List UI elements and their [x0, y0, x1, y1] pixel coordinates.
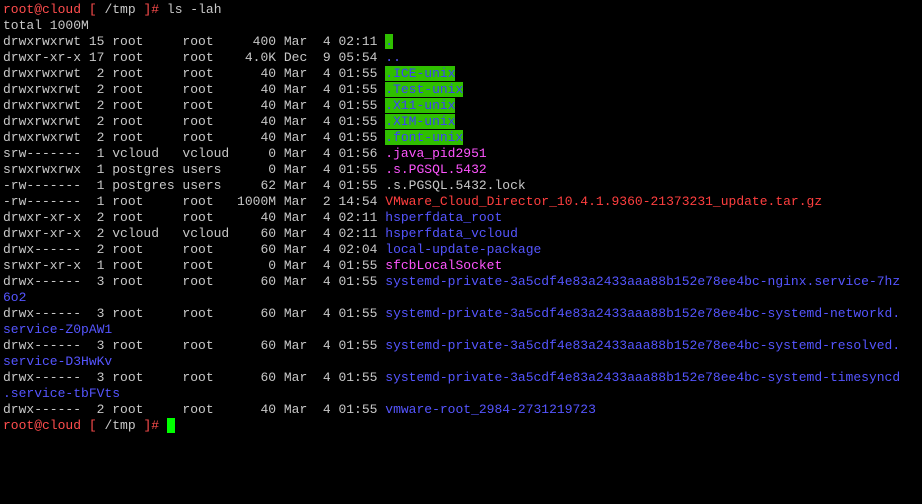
command-prompt-line: root@cloud [ /tmp ]# ls -lah — [3, 2, 922, 18]
terminal-window[interactable]: root@cloud [ /tmp ]# ls -lah total 1000M… — [0, 0, 922, 504]
entry-name: .. — [385, 50, 401, 65]
entry-info: drwxrwxrwt 15 root root 400 Mar 4 02:11 — [3, 34, 386, 49]
listing-row: drwxr-xr-x 2 vcloud vcloud 60 Mar 4 02:1… — [3, 226, 922, 242]
entry-name: service-D3HwKv — [3, 354, 113, 369]
listing-row: 6o2 — [3, 290, 922, 306]
listing-row: srwxrwxrwx 1 postgres users 0 Mar 4 01:5… — [3, 162, 922, 178]
entry-name: systemd-private-3a5cdf4e83a2433aaa88b152… — [385, 338, 901, 353]
entry-info: drwxrwxrwt 2 root root 40 Mar 4 01:55 — [3, 66, 386, 81]
entry-name: .Test-unix — [385, 82, 464, 97]
listing-row: drwx------ 3 root root 60 Mar 4 01:55 sy… — [3, 338, 922, 354]
listing-row: drwxrwxrwt 2 root root 40 Mar 4 01:55 .f… — [3, 130, 922, 146]
listing-row: drwxrwxrwt 15 root root 400 Mar 4 02:11 … — [3, 34, 922, 50]
entry-name: .s.PGSQL.5432.lock — [385, 178, 526, 193]
prompt-open-bracket: [ — [81, 418, 105, 433]
entry-name: .X11-unix — [385, 98, 456, 113]
listing-row: drwxr-xr-x 2 root root 40 Mar 4 02:11 hs… — [3, 210, 922, 226]
listing-row: drwxrwxrwt 2 root root 40 Mar 4 01:55 .X… — [3, 114, 922, 130]
entry-name: 6o2 — [3, 290, 27, 305]
listing-row: drwx------ 2 root root 60 Mar 4 02:04 lo… — [3, 242, 922, 258]
listing-row: -rw------- 1 root root 1000M Mar 2 14:54… — [3, 194, 922, 210]
listing-row: -rw------- 1 postgres users 62 Mar 4 01:… — [3, 178, 922, 194]
listing-row: srwxr-xr-x 1 root root 0 Mar 4 01:55 sfc… — [3, 258, 922, 274]
directory-listing: drwxrwxrwt 15 root root 400 Mar 4 02:11 … — [3, 34, 922, 418]
entry-info: drwxrwxrwt 2 root root 40 Mar 4 01:55 — [3, 114, 386, 129]
entry-name: local-update-package — [385, 242, 542, 257]
prompt-open-bracket: [ — [81, 2, 105, 17]
entry-info: drwxr-xr-x 2 vcloud vcloud 60 Mar 4 02:1… — [3, 226, 386, 241]
entry-name: sfcbLocalSocket — [385, 258, 503, 273]
entry-name: service-Z0pAW1 — [3, 322, 113, 337]
listing-row: .service-tbFVts — [3, 386, 922, 402]
entry-info: drwx------ 3 root root 60 Mar 4 01:55 — [3, 306, 386, 321]
entry-info: -rw------- 1 postgres users 62 Mar 4 01:… — [3, 178, 386, 193]
prompt-hash: # — [151, 418, 167, 433]
text-cursor[interactable] — [166, 418, 175, 433]
listing-row: drwxr-xr-x 17 root root 4.0K Dec 9 05:54… — [3, 50, 922, 66]
prompt-user: root — [3, 418, 35, 433]
entry-info: drwx------ 3 root root 60 Mar 4 01:55 — [3, 338, 386, 353]
listing-row: srw------- 1 vcloud vcloud 0 Mar 4 01:56… — [3, 146, 922, 162]
prompt-at: @ — [34, 2, 43, 17]
entry-info: drwxrwxrwt 2 root root 40 Mar 4 01:55 — [3, 130, 386, 145]
listing-row: drwxrwxrwt 2 root root 40 Mar 4 01:55 .I… — [3, 66, 922, 82]
entry-info: drwxr-xr-x 17 root root 4.0K Dec 9 05:54 — [3, 50, 386, 65]
prompt-path: /tmp — [104, 2, 136, 17]
entry-name: systemd-private-3a5cdf4e83a2433aaa88b152… — [385, 370, 901, 385]
entry-info: drwx------ 3 root root 60 Mar 4 01:55 — [3, 274, 386, 289]
listing-row: drwx------ 2 root root 40 Mar 4 01:55 vm… — [3, 402, 922, 418]
entry-name: .ICE-unix — [385, 66, 456, 81]
entry-info: drwx------ 3 root root 60 Mar 4 01:55 — [3, 370, 386, 385]
entry-name: .font-unix — [385, 130, 464, 145]
prompt-path: /tmp — [104, 418, 136, 433]
entry-name: .s.PGSQL.5432 — [385, 162, 487, 177]
prompt-host: cloud — [42, 418, 82, 433]
entry-info: srwxrwxrwx 1 postgres users 0 Mar 4 01:5… — [3, 162, 386, 177]
prompt-host: cloud — [42, 2, 82, 17]
listing-row: drwx------ 3 root root 60 Mar 4 01:55 sy… — [3, 370, 922, 386]
prompt-close-bracket: ] — [135, 2, 152, 17]
entry-name: hsperfdata_root — [385, 210, 503, 225]
entry-name: . — [385, 34, 394, 49]
listing-row: drwx------ 3 root root 60 Mar 4 01:55 sy… — [3, 306, 922, 322]
active-prompt-line[interactable]: root@cloud [ /tmp ]# — [3, 418, 922, 434]
entry-info: -rw------- 1 root root 1000M Mar 2 14:54 — [3, 194, 386, 209]
listing-row: service-Z0pAW1 — [3, 322, 922, 338]
entry-info: srwxr-xr-x 1 root root 0 Mar 4 01:55 — [3, 258, 386, 273]
entry-name: hsperfdata_vcloud — [385, 226, 518, 241]
entry-info: drwxr-xr-x 2 root root 40 Mar 4 02:11 — [3, 210, 386, 225]
prompt-hash: # — [151, 2, 167, 17]
total-line: total 1000M — [3, 18, 89, 33]
listing-row: drwx------ 3 root root 60 Mar 4 01:55 sy… — [3, 274, 922, 290]
listing-row: drwxrwxrwt 2 root root 40 Mar 4 01:55 .X… — [3, 98, 922, 114]
entry-info: drwxrwxrwt 2 root root 40 Mar 4 01:55 — [3, 82, 386, 97]
entry-info: drwx------ 2 root root 40 Mar 4 01:55 — [3, 402, 386, 417]
entry-name: systemd-private-3a5cdf4e83a2433aaa88b152… — [385, 306, 901, 321]
prompt-close-bracket: ] — [135, 418, 152, 433]
prompt-at: @ — [34, 418, 43, 433]
entry-info: srw------- 1 vcloud vcloud 0 Mar 4 01:56 — [3, 146, 386, 161]
entry-name: systemd-private-3a5cdf4e83a2433aaa88b152… — [385, 274, 901, 289]
entry-name: VMware_Cloud_Director_10.4.1.9360-213732… — [385, 194, 823, 209]
entry-name: .service-tbFVts — [3, 386, 121, 401]
listing-row: service-D3HwKv — [3, 354, 922, 370]
prompt-user: root — [3, 2, 35, 17]
listing-row: drwxrwxrwt 2 root root 40 Mar 4 01:55 .T… — [3, 82, 922, 98]
entry-info: drwxrwxrwt 2 root root 40 Mar 4 01:55 — [3, 98, 386, 113]
entry-name: .XIM-unix — [385, 114, 456, 129]
entry-info: drwx------ 2 root root 60 Mar 4 02:04 — [3, 242, 386, 257]
command-text: ls -lah — [166, 2, 222, 17]
entry-name: .java_pid2951 — [385, 146, 487, 161]
entry-name: vmware-root_2984-2731219723 — [385, 402, 596, 417]
